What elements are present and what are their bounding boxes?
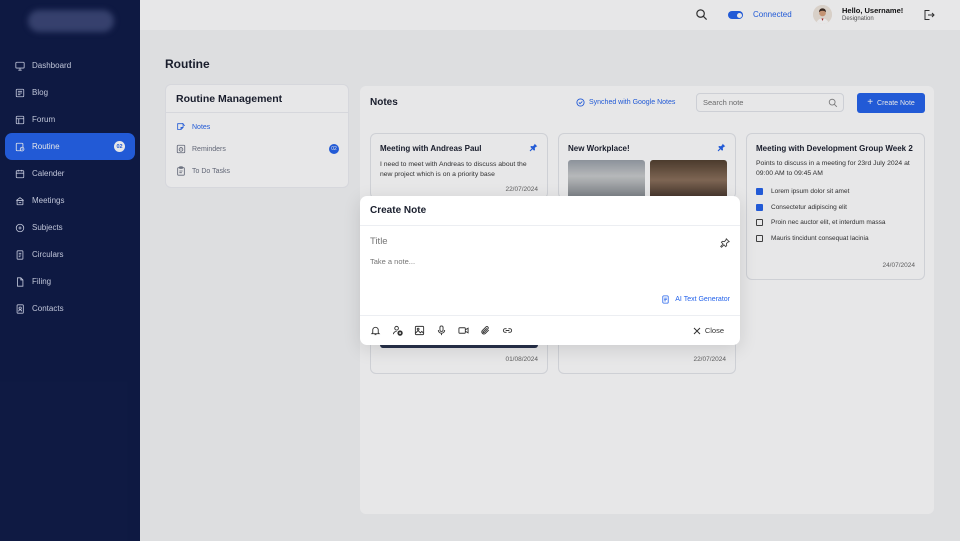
ai-text-generator-button[interactable]: AI Text Generator (661, 295, 730, 304)
note-body-input[interactable] (370, 257, 670, 287)
image-icon[interactable] (414, 325, 425, 336)
pin-icon[interactable] (720, 238, 730, 248)
microphone-icon[interactable] (436, 325, 447, 336)
close-icon (693, 327, 701, 334)
note-title-input[interactable] (370, 236, 690, 247)
video-icon[interactable] (458, 325, 469, 336)
note-toolbar: Close (360, 315, 740, 345)
modal-title: Create Note (360, 196, 740, 226)
add-collaborator-icon[interactable] (392, 325, 403, 336)
bell-icon[interactable] (370, 325, 381, 336)
ai-text-generator-label: AI Text Generator (675, 296, 730, 303)
create-note-modal: Create Note AI Text Generator Close (360, 196, 740, 345)
link-icon[interactable] (502, 325, 513, 336)
ai-icon (662, 295, 669, 304)
close-label: Close (704, 326, 724, 335)
attachment-icon[interactable] (480, 325, 491, 336)
close-button[interactable]: Close (693, 326, 724, 335)
